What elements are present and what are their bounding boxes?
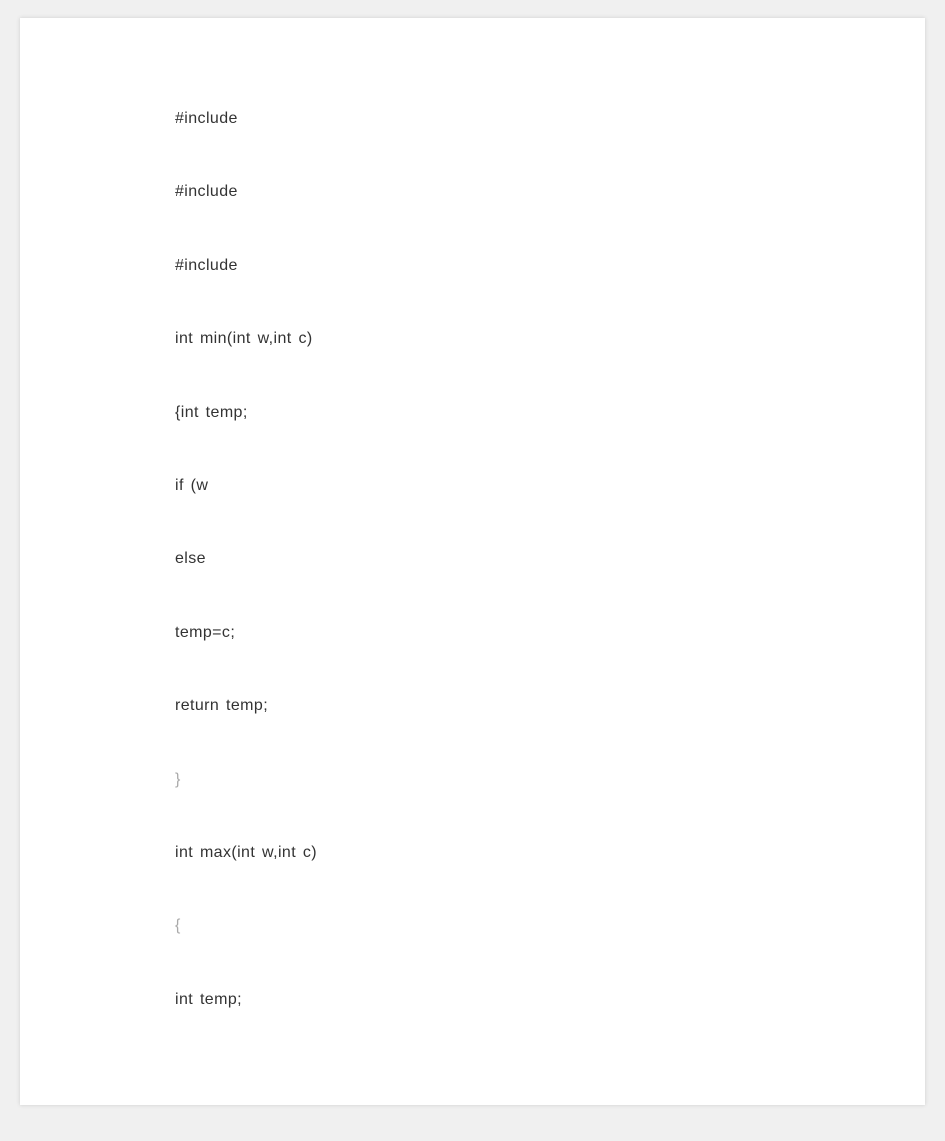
code-line: { [175, 915, 845, 937]
code-line: #include [175, 255, 845, 277]
code-line: {int temp; [175, 402, 845, 424]
code-line: int temp; [175, 989, 845, 1011]
code-line: temp=c; [175, 622, 845, 644]
code-line: #include [175, 108, 845, 130]
code-line: } [175, 769, 845, 791]
code-line: if (w [175, 475, 845, 497]
code-line: else [175, 548, 845, 570]
code-line: int max(int w,int c) [175, 842, 845, 864]
code-line: int min(int w,int c) [175, 328, 845, 350]
code-line: return temp; [175, 695, 845, 717]
document-page: #include #include #include int min(int w… [20, 18, 925, 1105]
code-line: #include [175, 181, 845, 203]
